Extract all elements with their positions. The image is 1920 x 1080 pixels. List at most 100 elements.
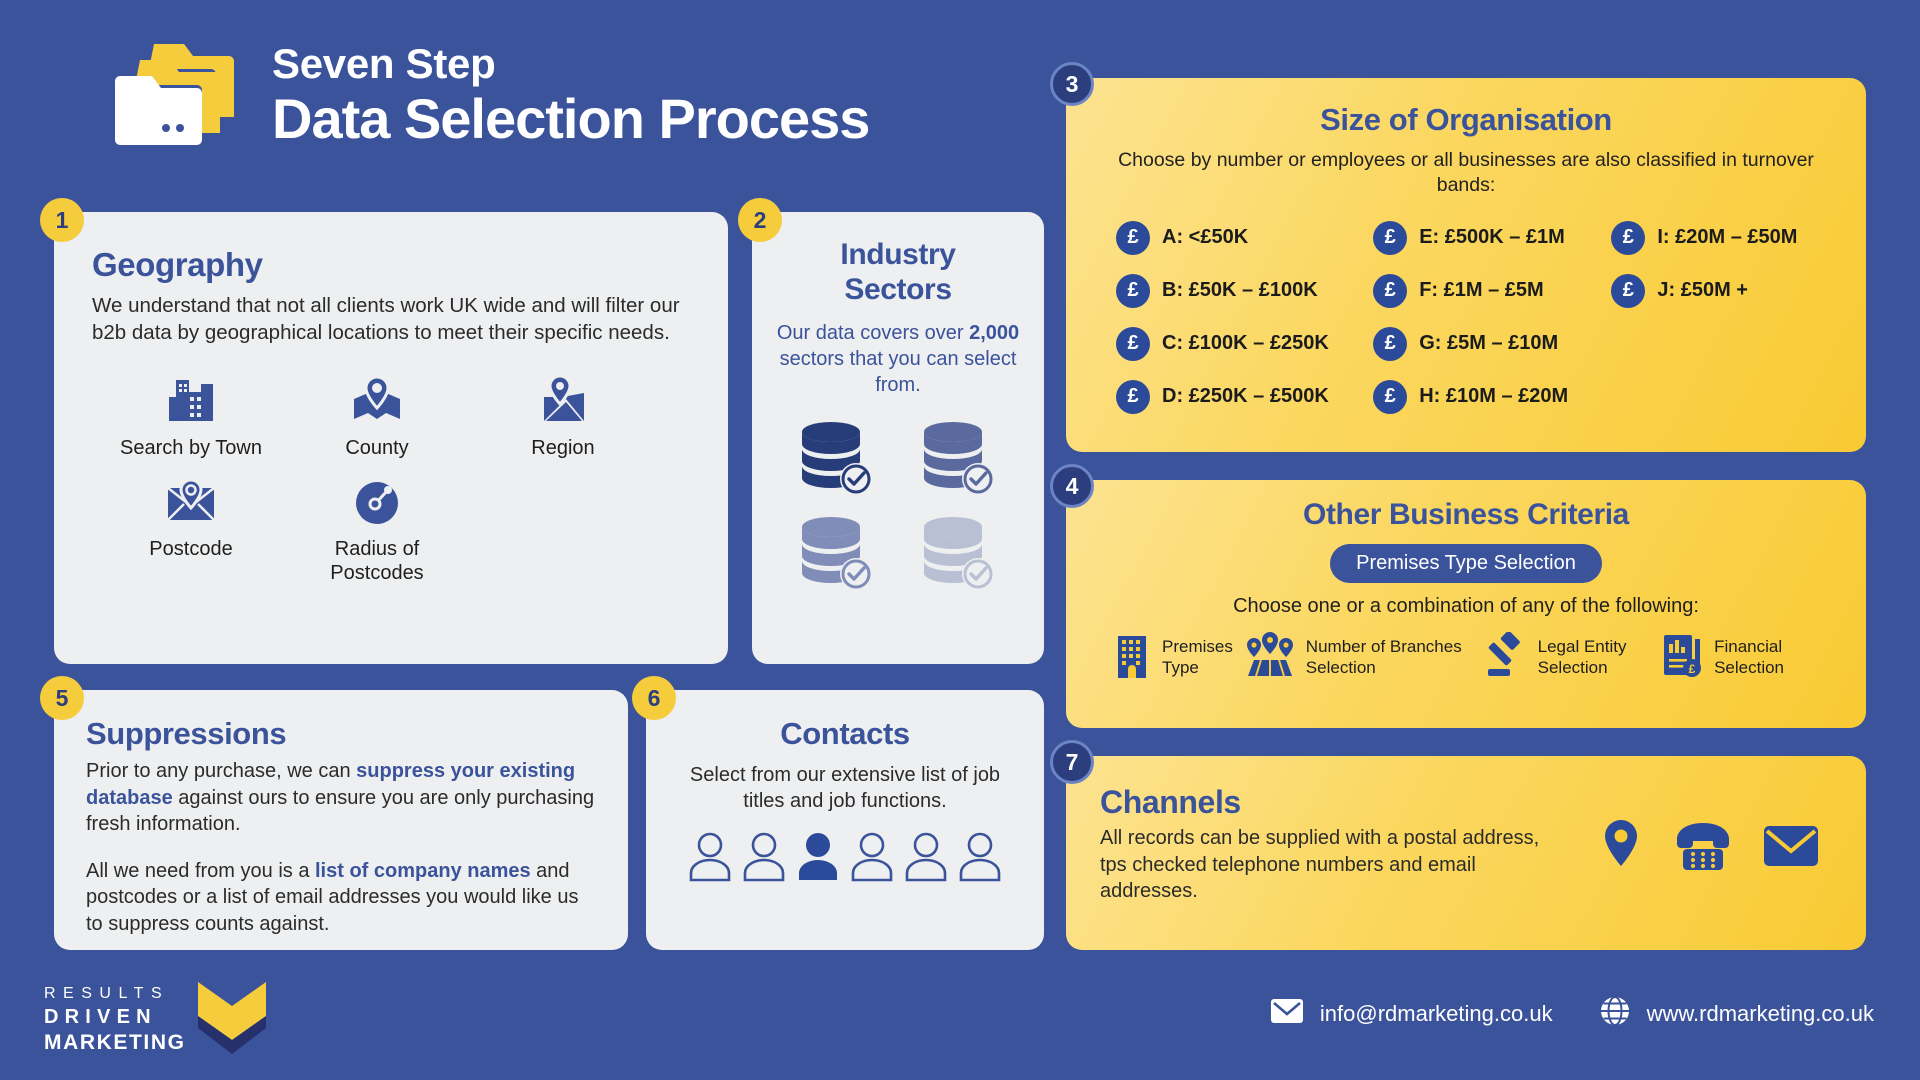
branch-pins-icon: [1244, 632, 1296, 683]
band-column-1: £ A: <£50K £ B: £50K – £100K £ C: £100K …: [1116, 220, 1373, 414]
band-item[interactable]: £ C: £100K – £250K: [1116, 326, 1373, 361]
suppressions-p2-a: All we need from you is a: [86, 859, 315, 882]
criteria-items: Premises Type Number of Branches Selecti…: [1088, 630, 1844, 683]
geo-label: Region: [531, 436, 595, 459]
criteria-label: Financial Selection: [1714, 637, 1785, 677]
suppressions-paragraph-1: Prior to any purchase, we can suppress y…: [86, 758, 596, 838]
industry-sub-after: sectors that you can select from.: [779, 347, 1017, 396]
contacts-title: Contacts: [780, 716, 910, 751]
card-channels: 7 Channels All records can be supplied w…: [1050, 740, 1866, 950]
person-icon: [849, 830, 895, 887]
financial-document-icon: £: [1660, 632, 1704, 683]
pound-sterling-icon: £: [1116, 326, 1150, 361]
geo-item-county[interactable]: County: [302, 369, 452, 461]
pound-sterling-icon: £: [1373, 326, 1408, 361]
size-title: Size of Organisation: [1320, 102, 1612, 137]
band-item[interactable]: £ E: £500K – £1M: [1373, 220, 1611, 255]
footer-email[interactable]: info@rdmarketing.co.uk: [1320, 1001, 1553, 1027]
gavel-icon: [1482, 630, 1528, 683]
industry-sub-before: Our data covers over: [776, 321, 970, 344]
band-item[interactable]: £ G: £5M – £10M: [1373, 326, 1611, 361]
premises-type-selection-pill[interactable]: Premises Type Selection: [1330, 544, 1602, 583]
pound-sterling-icon: £: [1611, 220, 1646, 255]
channels-icon-row: [1598, 818, 1820, 879]
geo-label: Postcode: [149, 538, 233, 561]
map-pin-county-icon: [302, 369, 452, 425]
city-buildings-icon: [116, 369, 266, 425]
band-label: F: £1M – £5M: [1419, 279, 1544, 302]
criteria-item-number-of-branches[interactable]: Number of Branches Selection: [1244, 632, 1482, 683]
pound-sterling-icon: £: [1116, 379, 1150, 414]
criteria-label: Premises Type: [1162, 637, 1233, 677]
database-check-icon: [794, 511, 880, 602]
page-title: Data Selection Process: [272, 87, 870, 151]
criteria-item-premises-type[interactable]: Premises Type: [1112, 632, 1244, 683]
criteria-label: Legal Entity Selection: [1537, 637, 1627, 677]
band-item[interactable]: £ H: £10M – £20M: [1373, 379, 1611, 414]
person-icon: [687, 830, 733, 887]
contacts-people-icons: [670, 830, 1020, 887]
band-label: A: <£50K: [1162, 226, 1249, 249]
band-item[interactable]: £ D: £250K – £500K: [1116, 379, 1373, 414]
industry-database-icons: [776, 416, 1020, 602]
chevron-logo-mark: [196, 976, 268, 1063]
geo-item-search-by-town[interactable]: Search by Town: [116, 369, 266, 461]
channels-title: Channels: [1100, 784, 1241, 820]
location-pin-icon: [1598, 818, 1644, 879]
geo-label: Radius of Postcodes: [330, 538, 424, 584]
logo-line-1: RESULTS: [44, 985, 170, 1002]
svg-text:£: £: [1689, 662, 1696, 676]
pound-sterling-icon: £: [1116, 220, 1150, 255]
band-column-3: £ I: £20M – £50M £ J: £50M +: [1611, 220, 1840, 414]
person-icon: [741, 830, 787, 887]
database-check-icon: [794, 416, 880, 507]
criteria-title: Other Business Criteria: [1303, 498, 1629, 531]
geo-label: Search by Town: [120, 436, 262, 459]
band-label: H: £10M – £20M: [1419, 385, 1569, 408]
industry-title: Industry Sectors: [776, 238, 1020, 308]
globe-icon: [1599, 995, 1631, 1033]
step-badge-5: 5: [40, 676, 84, 720]
footer-website[interactable]: www.rdmarketing.co.uk: [1647, 1001, 1874, 1027]
radius-circle-icon: [302, 470, 452, 526]
company-logo[interactable]: RESULTS DRIVEN MARKETING: [44, 976, 268, 1063]
band-item[interactable]: £ I: £20M – £50M: [1611, 220, 1840, 255]
page-header: Seven Step Data Selection Process: [108, 40, 870, 152]
footer-contact-info: info@rdmarketing.co.uk www.rdmarketing.c…: [1270, 995, 1874, 1033]
channels-body: All records can be supplied with a posta…: [1100, 827, 1540, 903]
person-icon: [903, 830, 949, 887]
card-other-business-criteria: 4 Other Business Criteria Premises Type …: [1050, 464, 1866, 728]
geography-items: Search by Town County Region Postcode Ra…: [92, 369, 690, 586]
database-check-icon: [916, 416, 1002, 507]
band-label: I: £20M – £50M: [1657, 226, 1798, 249]
envelope-pin-icon: [116, 470, 266, 526]
pound-sterling-icon: £: [1611, 273, 1646, 308]
band-label: C: £100K – £250K: [1162, 332, 1329, 355]
database-check-icon: [916, 511, 1002, 602]
pound-sterling-icon: £: [1373, 273, 1408, 308]
geo-item-region[interactable]: Region: [488, 369, 638, 461]
criteria-item-legal-entity[interactable]: Legal Entity Selection: [1482, 630, 1660, 683]
card-suppressions: 5 Suppressions Prior to any purchase, we…: [40, 676, 628, 950]
pound-sterling-icon: £: [1373, 220, 1408, 255]
office-building-icon: [1112, 632, 1152, 683]
size-subtitle: Choose by number or employees or all bus…: [1118, 149, 1814, 197]
person-icon: [957, 830, 1003, 887]
geo-item-radius-of-postcodes[interactable]: Radius of Postcodes: [302, 470, 452, 585]
geography-body: We understand that not all clients work …: [92, 294, 680, 345]
industry-sector-count: 2,000: [969, 321, 1020, 344]
band-item[interactable]: £ A: <£50K: [1116, 220, 1373, 255]
step-badge-7: 7: [1050, 740, 1094, 784]
band-label: G: £5M – £10M: [1419, 332, 1559, 355]
band-item[interactable]: £ F: £1M – £5M: [1373, 273, 1611, 308]
band-label: B: £50K – £100K: [1162, 279, 1318, 302]
criteria-item-financial-selection[interactable]: £ Financial Selection: [1660, 632, 1820, 683]
telephone-icon: [1674, 820, 1732, 877]
geo-item-postcode[interactable]: Postcode: [116, 470, 266, 585]
band-label: J: £50M +: [1657, 279, 1748, 302]
suppressions-p2-highlight: list of company names: [315, 859, 531, 882]
band-item[interactable]: £ J: £50M +: [1611, 273, 1840, 308]
suppressions-paragraph-2: All we need from you is a list of compan…: [86, 858, 596, 938]
band-item[interactable]: £ B: £50K – £100K: [1116, 273, 1373, 308]
card-size-of-organisation: 3 Size of Organisation Choose by number …: [1050, 62, 1866, 452]
